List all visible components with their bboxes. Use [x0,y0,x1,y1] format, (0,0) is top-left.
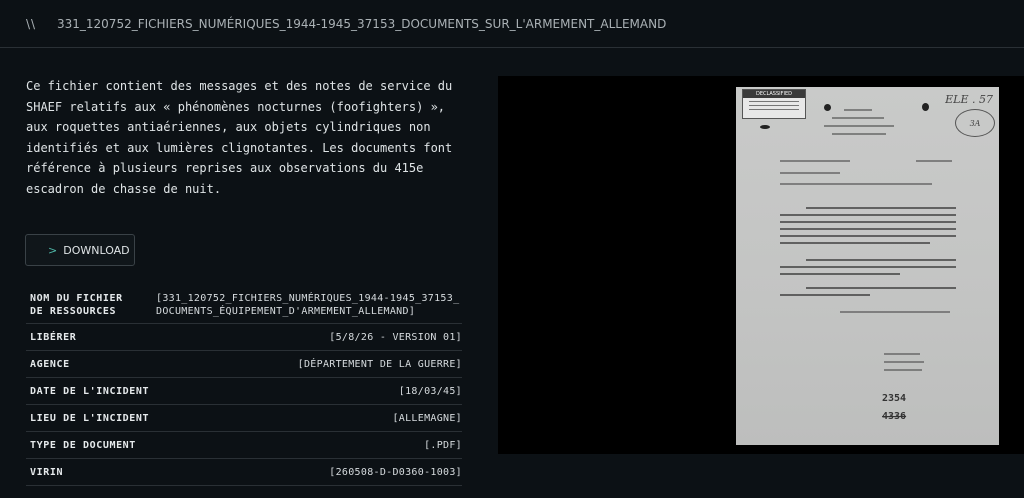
circle-stamp: 3A [955,109,995,137]
metadata-row-document-type: TYPE DE DOCUMENT [.PDF] [26,432,462,459]
metadata-value: [DÉPARTEMENT DE LA GUERRE] [297,358,462,370]
metadata-value: [331_120752_FICHIERS_NUMÉRIQUES_1944-194… [156,293,460,317]
metadata-label: TYPE DE DOCUMENT [30,439,136,451]
metadata-value: [.PDF] [424,439,462,451]
download-label: DOWNLOAD [63,243,130,257]
file-description: Ce fichier contient des messages et des … [26,79,453,196]
metadata-label: LIEU DE L'INCIDENT [30,412,150,424]
metadata-row-agency: AGENCE [DÉPARTEMENT DE LA GUERRE] [26,351,462,378]
path-prefix: \\ [26,17,37,31]
declassified-stamp: DECLASSIFIED [742,89,806,119]
metadata-label: AGENCE [30,358,70,370]
document-number-stamp-struck: 4336 [882,411,907,422]
metadata-label: VIRIN [30,466,64,478]
metadata-label: LIBÉRER [30,331,77,343]
metadata-row-virin: VIRIN [260508-D-D0360-1003] [26,459,462,486]
document-number-stamp: 2354 [882,393,907,404]
metadata-row-filename: NOM DU FICHIER DE RESSOURCES [331_120752… [26,286,462,324]
metadata-table: NOM DU FICHIER DE RESSOURCES [331_120752… [26,286,462,486]
metadata-value: [ALLEMAGNE] [392,412,462,424]
handwritten-note: ELE . 57 [945,93,993,106]
metadata-label: NOM DU FICHIER DE RESSOURCES [30,293,123,317]
download-button[interactable]: > DOWNLOAD [25,234,135,266]
chevron-right-icon: > [48,243,58,257]
document-page-image: DECLASSIFIED ELE . 57 3A 2354 4336 [736,87,999,445]
page-header: \\ 331_120752_FICHIERS_NUMÉRIQUES_1944-1… [0,0,1024,48]
metadata-value: [5/8/26 - VERSION 01] [329,331,462,343]
file-title: 331_120752_FICHIERS_NUMÉRIQUES_1944-1945… [57,17,667,31]
metadata-value: [18/03/45] [398,385,462,397]
metadata-row-incident-location: LIEU DE L'INCIDENT [ALLEMAGNE] [26,405,462,432]
metadata-value: [260508-D-D0360-1003] [329,466,462,478]
metadata-row-release: LIBÉRER [5/8/26 - VERSION 01] [26,324,462,351]
metadata-label: DATE DE L'INCIDENT [30,385,150,397]
metadata-row-incident-date: DATE DE L'INCIDENT [18/03/45] [26,378,462,405]
document-viewer[interactable]: DECLASSIFIED ELE . 57 3A 2354 4336 [498,76,1024,454]
